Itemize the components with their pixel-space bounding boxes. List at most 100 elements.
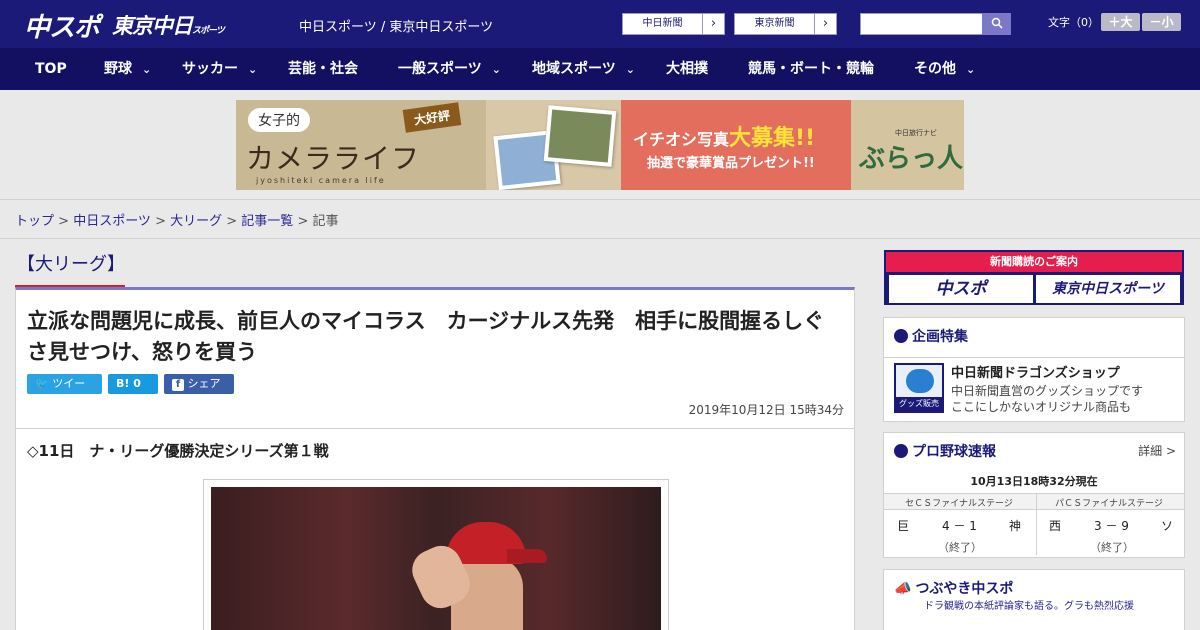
dragons-shop-icon[interactable]: グッズ販売中 — [894, 363, 944, 422]
nav-item-local-sports[interactable]: 地域スポーツ ⌄ — [532, 48, 635, 90]
banner-daikohyo-badge: 大好評 — [402, 102, 462, 133]
breadcrumb-separator: > — [150, 214, 171, 229]
chunichi-shimbun-link-label: 中日新聞 — [623, 14, 703, 34]
chevron-down-icon: ⌄ — [966, 63, 976, 76]
chuspo-logo[interactable]: 中スポ — [24, 7, 100, 44]
chevron-down-icon: ⌄ — [248, 63, 258, 76]
megaphone-icon: 📣 — [894, 581, 912, 597]
nav-item-sumo[interactable]: 大相撲 — [666, 48, 708, 90]
breadcrumb-separator: > — [54, 214, 74, 229]
facebook-share-label: シェア — [187, 377, 221, 390]
chevron-right-icon: › — [822, 16, 829, 31]
nav-item-racing[interactable]: 競馬・ボート・競輪 — [748, 48, 874, 90]
banner-ichioshi-emphasis: 大募集!! — [729, 126, 816, 151]
breadcrumb-chunichi-sports[interactable]: 中日スポーツ — [73, 214, 151, 229]
nav-item-other[interactable]: その他 ⌄ — [914, 48, 975, 90]
hatena-bookmark-button[interactable]: B! 0 — [108, 374, 158, 394]
tokyo-shimbun-link-label: 東京新聞 — [735, 14, 815, 34]
facebook-icon: f — [172, 379, 184, 391]
breadcrumb-separator: > — [293, 214, 313, 229]
banner-area: 女子的 カメラライフ jyoshiteki camera life 大好評 イチ… — [0, 90, 1200, 200]
banner-chusen: 抽選で豪華賞品プレゼント!! — [647, 156, 815, 171]
tokyo-shimbun-link[interactable]: 東京新聞 › — [734, 13, 837, 35]
banner-ichioshi-text: イチオシ写真 — [633, 130, 730, 149]
nav-item-label: 一般スポーツ — [398, 61, 482, 77]
subscription-ad[interactable]: 新聞購読のご案内 中スポ 東京中日スポーツ — [884, 250, 1184, 305]
photo-player-cap-bill — [507, 549, 547, 563]
article-photo-frame — [203, 479, 669, 630]
chevron-down-icon: ⌄ — [491, 63, 501, 76]
nav-item-entertainment[interactable]: 芸能・社会 — [288, 48, 358, 90]
article-photo[interactable] — [211, 487, 661, 630]
hatena-count: 0 — [133, 377, 141, 390]
top-header: 中スポ 東京中日スポーツ 中日スポーツ / 東京中日スポーツ 中日新聞 › 東京… — [0, 0, 1200, 48]
nav-item-label: サッカー — [182, 61, 238, 77]
article-header: 立派な問題児に成長、前巨人のマイコラス カージナルス先発 相手に股間握るしぐさ見… — [15, 287, 855, 429]
banner-subtitle: jyoshiteki camera life — [256, 176, 386, 185]
banner-title-panel: 女子的 カメラライフ jyoshiteki camera life 大好評 — [236, 100, 486, 190]
tweet-button[interactable]: 🐦 ツイート — [27, 374, 102, 410]
divider — [0, 238, 1200, 239]
baseball-icon — [894, 444, 908, 458]
baseball-heading-text: プロ野球速報 — [912, 444, 996, 460]
article-date: 2019年10月12日 15時34分 — [688, 403, 844, 417]
search-input[interactable] — [860, 13, 982, 35]
font-size-decrease-button[interactable]: －小 — [1142, 13, 1181, 31]
facebook-share-button[interactable]: f シェア 0 — [164, 374, 234, 410]
nav-item-baseball[interactable]: 野球 ⌄ — [104, 48, 151, 90]
tweet-heading-text: つぶやき中スポ — [915, 581, 1014, 597]
nav-item-label: 野球 — [104, 61, 132, 77]
nav-item-soccer[interactable]: サッカー ⌄ — [182, 48, 257, 90]
banner-joshiteki: 女子的 — [248, 108, 310, 132]
font-size-increase-button[interactable]: ＋大 — [1101, 13, 1140, 31]
game-status: （終了） — [1090, 541, 1134, 554]
game-away-team: 神 — [1009, 519, 1022, 533]
chuspo-subscribe-link[interactable]: 中スポ — [889, 275, 1033, 303]
breadcrumb-current: 記事 — [312, 214, 339, 229]
feature-panel: 企画特集 グッズ販売中 中日新聞ドラゴンズショップ 中日新聞直営のグッズショップ… — [883, 317, 1185, 422]
game-away-team: ソ — [1161, 519, 1174, 533]
game-home-team: 巨 — [897, 519, 910, 533]
search-icon — [991, 17, 1003, 29]
hatena-icon: B! — [116, 377, 130, 390]
facebook-share-count: 0 — [172, 397, 179, 410]
tokyo-chunichi-logo-text: 東京中日 — [112, 14, 193, 38]
game-score[interactable]: 4 － 1 — [942, 517, 977, 534]
breadcrumb-separator: > — [222, 214, 242, 229]
feature-heading: 企画特集 — [894, 326, 968, 346]
nav-item-top[interactable]: TOP — [35, 48, 67, 90]
shop-description: 中日新聞直営のグッズショップです — [951, 384, 1144, 398]
banner-promo-panel: イチオシ写真大募集!! 抽選で豪華賞品プレゼント!! — [621, 100, 851, 190]
breadcrumb-article-list[interactable]: 記事一覧 — [241, 214, 293, 229]
banner-photos — [491, 105, 621, 190]
chunichi-shimbun-link[interactable]: 中日新聞 › — [622, 13, 725, 35]
tweet-heading[interactable]: 📣 つぶやき中スポ — [894, 578, 1013, 598]
baseball-scores-panel: プロ野球速報 詳細 > 10月13日18時32分現在 セＣＳファイナルステージ … — [883, 432, 1185, 558]
baseball-heading: プロ野球速報 — [894, 441, 996, 461]
font-size-label: 文字（0） — [1048, 16, 1099, 29]
breadcrumb-mlb[interactable]: 大リーグ — [170, 214, 222, 229]
dragons-shop-link[interactable]: 中日新聞ドラゴンズショップ — [951, 362, 1120, 381]
nav-item-label: 大相撲 — [666, 61, 708, 77]
breadcrumb: トップ > 中日スポーツ > 大リーグ > 記事一覧 > 記事 — [15, 210, 339, 229]
breadcrumb-top[interactable]: トップ — [15, 214, 54, 229]
nav-item-general-sports[interactable]: 一般スポーツ ⌄ — [398, 48, 501, 90]
pin-icon — [894, 329, 908, 343]
tokyo-chunichi-subscribe-link[interactable]: 東京中日スポーツ — [1036, 275, 1180, 303]
scores-detail-link[interactable]: 詳細 > — [1138, 442, 1176, 459]
main-nav: TOP 野球 ⌄ サッカー ⌄ 芸能・社会 一般スポーツ ⌄ 地域スポーツ ⌄ 大相撲 … — [0, 48, 1200, 90]
buratto-logo: 中日旅行ナビ ぶらっ人 — [851, 100, 964, 190]
tokyo-chunichi-logo[interactable]: 東京中日スポーツ — [112, 10, 225, 40]
tweet-subtitle: ドラ観戦の本紙評論家も語る。グラも熱烈応援 — [924, 601, 1134, 612]
site-name: 中日スポーツ / 東京中日スポーツ — [299, 20, 494, 35]
nav-item-label: TOP — [35, 61, 67, 77]
game-status: （終了） — [938, 541, 982, 554]
mascot-icon — [906, 369, 934, 393]
game-score[interactable]: 3 － 9 — [1094, 517, 1129, 534]
chevron-down-icon: ⌄ — [625, 63, 635, 76]
stage-row: セＣＳファイナルステージ パＣＳファイナルステージ — [884, 493, 1184, 510]
camera-life-banner[interactable]: 女子的 カメラライフ jyoshiteki camera life 大好評 イチ… — [236, 100, 964, 190]
article-category[interactable]: 【大リーグ】 — [17, 250, 125, 276]
search-button[interactable] — [982, 13, 1011, 35]
tweet-panel: 📣 つぶやき中スポ ドラ観戦の本紙評論家も語る。グラも熱烈応援 — [883, 569, 1185, 630]
